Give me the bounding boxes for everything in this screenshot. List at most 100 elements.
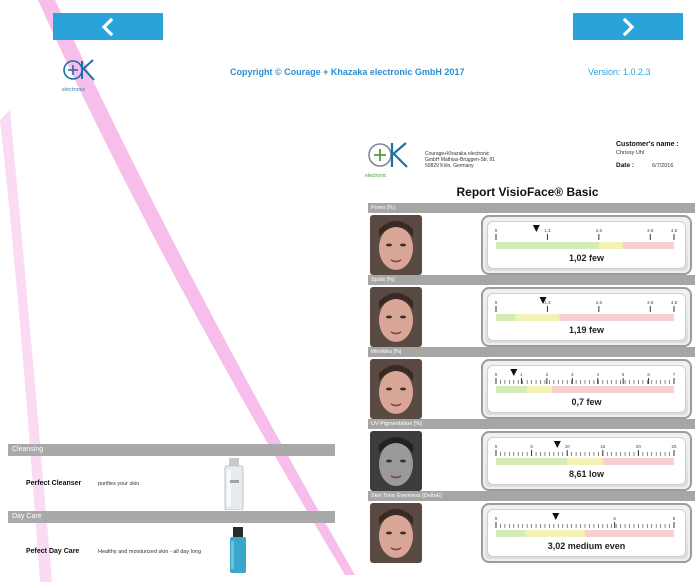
logo-subtext: electronic (62, 87, 86, 93)
date-value: 6/7/2016 (652, 163, 674, 169)
address-line: 50829 Köln, Germany (425, 163, 474, 169)
tick-label: 3,9 (647, 300, 654, 305)
tick-label: 0 (495, 516, 498, 521)
gauge-face: 0 1,3 2,6 3,9 4,5 1,19 few (487, 293, 686, 341)
tick-label: 10 (565, 444, 571, 449)
tick-label: 2 (546, 372, 549, 377)
chevron-right-icon (622, 17, 635, 36)
date-label: Date : (616, 162, 635, 169)
score-gauge: 0 1,3 2,6 3,9 4,5 1,19 few (481, 287, 692, 347)
gauge-zone (496, 242, 599, 249)
value-marker (532, 225, 540, 232)
value-marker (552, 513, 560, 520)
tick-label: 0 (495, 228, 498, 233)
tick-label: 2,6 (596, 300, 603, 305)
gauge-zone (602, 458, 674, 465)
gauge-zone (496, 458, 568, 465)
report-title: Report VisioFace® Basic (456, 185, 599, 199)
gauge-value: 3,02 medium even (547, 541, 626, 551)
tick-label: 2,6 (596, 228, 603, 233)
gauge-value: 8,61 low (568, 469, 604, 479)
value-marker (510, 369, 518, 376)
gauge-face: 0 1 2 3 4 5 6 7 0,7 few (487, 365, 686, 413)
face-image (370, 287, 422, 347)
section-header: Skin Tone Evenness [DeltaE] (368, 491, 695, 501)
gauge-face: 0 1,3 2,6 3,9 4,5 1,02 few (487, 221, 686, 269)
tick-label: 0 (495, 300, 498, 305)
product-name: Pefect Day Care (26, 548, 80, 555)
score-gauge: 0 6 9 3,02 medium even (481, 503, 692, 563)
ck-logo-mark (368, 142, 408, 168)
gauge-zone (526, 386, 552, 393)
day-care-bottle-image (230, 527, 246, 573)
face-image (370, 215, 422, 275)
tick-label: 5 (530, 444, 533, 449)
gauge-zone (496, 530, 526, 537)
back-button[interactable] (53, 13, 163, 40)
gauge-zone (559, 314, 674, 321)
copyright-text: Copyright © Courage + Khazaka electronic… (230, 67, 465, 77)
gauge-zone (598, 242, 623, 249)
tick-label: 5 (622, 372, 625, 377)
score-gauge: 0 5 10 15 20 25 8,61 low (481, 431, 692, 491)
company-address: Courage+Khazaka electronic GmbH Mathias-… (425, 151, 495, 169)
product-description: purifies your skin (98, 481, 140, 487)
gauge-zone (515, 314, 560, 321)
tick-label: 1,3 (544, 228, 551, 233)
gauge-zone (567, 458, 603, 465)
next-button[interactable] (573, 13, 683, 40)
category-header-cleansing: Cleansing (8, 444, 335, 456)
gauge-zone (525, 530, 585, 537)
tick-label: 4,5 (671, 228, 678, 233)
gauge-scale: 0 1 2 3 4 5 6 7 (495, 369, 676, 393)
gauge-scale: 0 1,3 2,6 3,9 4,5 (495, 297, 678, 321)
tick-label: 1,3 (544, 300, 551, 305)
gauge-zone (496, 386, 527, 393)
cleanser-bottle-image (224, 458, 244, 510)
tick-label: 6 (647, 372, 650, 377)
tick-label: 7 (673, 372, 676, 377)
ck-logo-mark (63, 59, 95, 81)
customer-name-label: Customer's name : (616, 141, 679, 148)
score-gauge: 0 1 2 3 4 5 6 7 0,7 few (481, 359, 692, 419)
tick-label: 6 (613, 516, 616, 521)
tick-label: 4 (596, 372, 599, 377)
gauge-zone (585, 530, 674, 537)
gauge-scale: 0 1,3 2,6 3,9 4,5 (495, 225, 678, 249)
customer-name: Chrissy Uhl (616, 150, 645, 156)
category-header-day-care: Day Care (8, 511, 335, 523)
chevron-left-icon (101, 17, 114, 36)
face-image (370, 503, 422, 563)
product-name: Perfect Cleanser (26, 480, 82, 487)
tick-label: 0 (495, 372, 498, 377)
gauge-scale: 0 6 9 (495, 513, 676, 537)
section-header: UV Pigmentation [%] (368, 419, 695, 429)
section-header: Wrinkles [%] (368, 347, 695, 357)
value-marker (553, 441, 561, 448)
report-logo-subtext: electronic (365, 173, 387, 179)
gauge-face: 0 6 9 3,02 medium even (487, 509, 686, 557)
tick-label: 3,9 (647, 228, 654, 233)
section-header: Spots [%] (368, 275, 695, 285)
ck-logo: electronic (62, 58, 102, 93)
tick-label: 3 (571, 372, 574, 377)
gauge-value: 1,19 few (568, 325, 605, 335)
gauge-zone (622, 242, 674, 249)
product-description: Healthy and moisturized skin - all day l… (98, 549, 202, 555)
section-header: Pores [%] (368, 203, 695, 213)
face-image (370, 431, 422, 491)
gauge-zone (551, 386, 674, 393)
tick-label: 4,5 (671, 300, 678, 305)
gauge-value: 0,7 few (571, 397, 602, 407)
tick-label: 20 (636, 444, 642, 449)
report-logo: electronic (365, 140, 415, 179)
visioface-report: electronic Courage+Khazaka electronic Gm… (360, 135, 695, 582)
tick-label: 25 (671, 444, 677, 449)
gauge-zone (496, 314, 516, 321)
gauge-scale: 0 5 10 15 20 25 (495, 441, 677, 465)
version-text: Version: 1.0.2.3 (588, 67, 651, 77)
tick-label: 15 (600, 444, 606, 449)
face-image (370, 359, 422, 419)
tick-label: 9 (673, 516, 676, 521)
tick-label: 0 (495, 444, 498, 449)
